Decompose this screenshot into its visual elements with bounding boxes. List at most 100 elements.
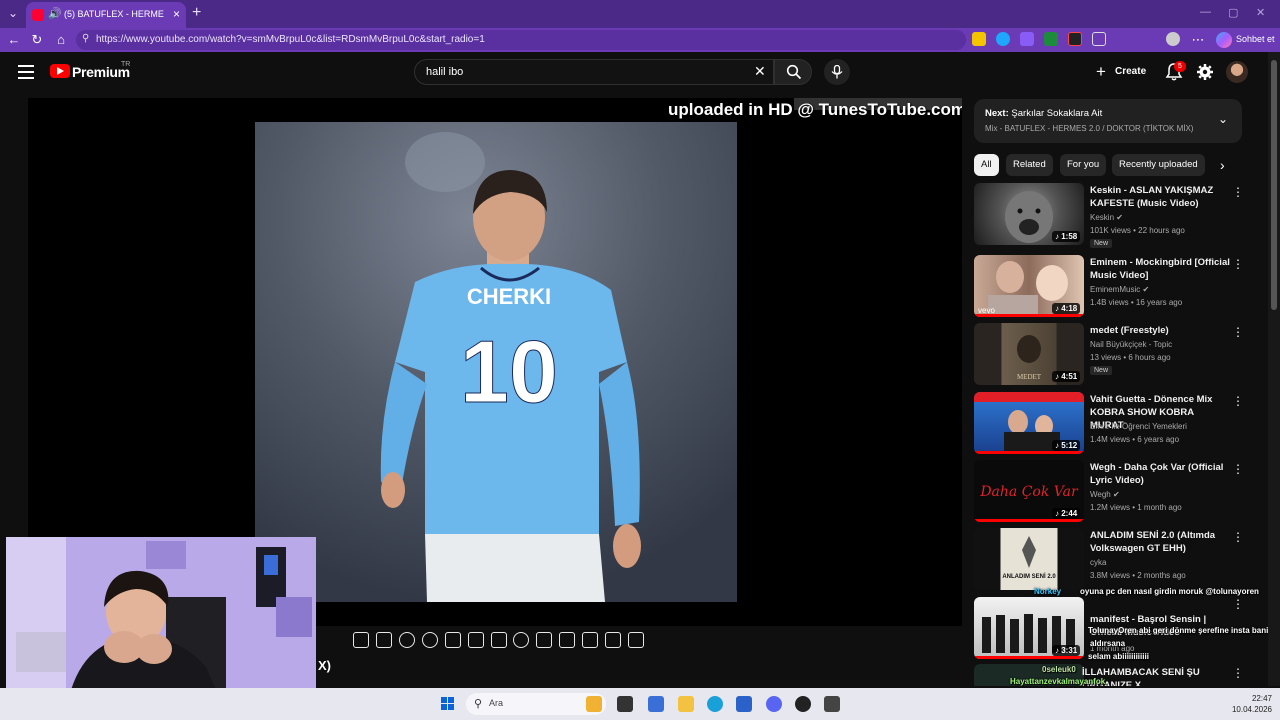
video-thumbnail[interactable]: Daha Çok Var ♪ 2:44 bbox=[974, 460, 1084, 522]
watched-progress-bar bbox=[974, 656, 1084, 659]
extension-icon-1[interactable] bbox=[972, 32, 986, 46]
gear-icon[interactable] bbox=[1196, 63, 1214, 81]
image-icon[interactable] bbox=[353, 632, 369, 648]
menu-icon[interactable] bbox=[18, 65, 34, 79]
video-thumbnail[interactable]: ♪ 5:12 bbox=[974, 392, 1084, 454]
up-next-panel[interactable]: Next: Şarkılar Sokaklara Ait Mix - BATUF… bbox=[974, 99, 1242, 143]
repeat-icon[interactable] bbox=[445, 632, 461, 648]
search-icon bbox=[786, 64, 802, 80]
search-button[interactable] bbox=[774, 59, 812, 85]
speaker-icon[interactable]: 🔊 bbox=[48, 7, 62, 20]
channel-name[interactable]: EminemMusic ✔ bbox=[1090, 285, 1149, 294]
video-thumbnail[interactable]: ♪ 1:58 bbox=[974, 183, 1084, 245]
video-title[interactable]: Wegh - Daha Çok Var (Official Lyric Vide… bbox=[1090, 461, 1230, 487]
more-menu-icon[interactable]: ⋯ bbox=[1190, 32, 1206, 48]
profile-icon[interactable] bbox=[1166, 32, 1180, 46]
channel-name[interactable]: cyka bbox=[1090, 558, 1106, 567]
system-clock[interactable]: 22:47 10.04.2026 bbox=[1220, 693, 1272, 715]
extension-icon-2[interactable] bbox=[996, 32, 1010, 46]
extension-icon-5[interactable] bbox=[1068, 32, 1082, 46]
new-tab-icon[interactable]: + bbox=[192, 4, 201, 22]
youtube-logo-icon[interactable] bbox=[50, 64, 70, 78]
more-options-icon[interactable]: ⋮ bbox=[1232, 394, 1244, 408]
resize-icon[interactable] bbox=[559, 632, 575, 648]
more-options-icon[interactable]: ⋮ bbox=[1232, 257, 1244, 271]
channel-name[interactable]: Nail Büyükçiçek - Topic bbox=[1090, 340, 1172, 349]
list-item[interactable]: ♪ 1:58 Keskin - ASLAN YAKIŞMAZ KAFESTE (… bbox=[974, 183, 1244, 248]
scrollbar-thumb[interactable] bbox=[1271, 60, 1277, 310]
file-explorer-icon[interactable] bbox=[678, 696, 694, 712]
list-item[interactable]: Daha Çok Var ♪ 2:44 Wegh - Daha Çok Var … bbox=[974, 460, 1244, 524]
url-input[interactable]: ⚲ https://www.youtube.com/watch?v=smMvBr… bbox=[76, 30, 966, 50]
chevron-down-icon[interactable]: ⌄ bbox=[1218, 112, 1228, 126]
refresh-icon[interactable] bbox=[628, 632, 644, 648]
cancel-icon[interactable] bbox=[513, 632, 529, 648]
minimize-icon[interactable]: — bbox=[1200, 6, 1211, 18]
page-scrollbar[interactable] bbox=[1268, 52, 1280, 686]
video-thumbnail[interactable]: MEDET ♪ 4:51 bbox=[974, 323, 1084, 385]
list-item[interactable]: ANLADIM SENİ 2.0 ANLADIM SENİ 2.0 (Altım… bbox=[974, 528, 1244, 592]
video-thumbnail[interactable]: vevo ♪ 4:18 bbox=[974, 255, 1084, 317]
task-view-icon[interactable] bbox=[617, 696, 633, 712]
store-icon[interactable] bbox=[736, 696, 752, 712]
voice-search-button[interactable] bbox=[824, 59, 850, 85]
maximize-icon[interactable]: ▢ bbox=[1228, 6, 1238, 19]
extension-icon-4[interactable] bbox=[1044, 32, 1058, 46]
document-icon[interactable] bbox=[468, 632, 484, 648]
more-options-icon[interactable]: ⋮ bbox=[1232, 185, 1244, 199]
channel-name[interactable]: Wegh ✔ bbox=[1090, 490, 1120, 499]
search-input[interactable]: halil ibo ✕ bbox=[414, 59, 774, 85]
tab-actions-icon[interactable]: ⌄ bbox=[4, 4, 22, 22]
account-avatar[interactable] bbox=[1226, 61, 1248, 83]
close-tab-icon[interactable]: × bbox=[173, 7, 180, 21]
extension-icon-3[interactable] bbox=[1020, 32, 1034, 46]
more-options-icon[interactable]: ⋮ bbox=[1232, 325, 1244, 339]
list-item[interactable]: vevo ♪ 4:18 Eminem - Mockingbird [Offici… bbox=[974, 255, 1244, 319]
more-options-icon[interactable]: ⋮ bbox=[1232, 597, 1244, 611]
video-title[interactable]: ANLADIM SENİ 2.0 (Altımda Volkswagen GT … bbox=[1090, 529, 1230, 555]
video-title[interactable]: Eminem - Mockingbird [Official Music Vid… bbox=[1090, 256, 1230, 282]
channel-name[interactable]: Keskin ✔ bbox=[1090, 213, 1123, 222]
channel-name[interactable]: Emre İle Öğrenci Yemekleri bbox=[1090, 422, 1187, 431]
chat-message: Hayattanzevkalmayanfok bbox=[1010, 677, 1106, 686]
picture-in-picture-icon[interactable] bbox=[582, 632, 598, 648]
close-window-icon[interactable]: ✕ bbox=[1256, 6, 1265, 19]
home-icon[interactable]: ⌂ bbox=[53, 32, 69, 48]
clear-search-icon[interactable]: ✕ bbox=[754, 63, 766, 80]
edge-browser-icon[interactable] bbox=[707, 696, 723, 712]
settings-icon[interactable] bbox=[399, 632, 415, 648]
video-thumbnail[interactable]: ANLADIM SENİ 2.0 bbox=[974, 528, 1084, 590]
power-icon[interactable] bbox=[422, 632, 438, 648]
extensions-icon[interactable] bbox=[1092, 32, 1106, 46]
reload-icon[interactable]: ↻ bbox=[29, 32, 45, 48]
taskbar-search[interactable]: ⚲ Ara bbox=[466, 693, 606, 715]
notes-icon[interactable] bbox=[376, 632, 392, 648]
screenshot-icon[interactable] bbox=[605, 632, 621, 648]
chip-for-you[interactable]: For you bbox=[1060, 154, 1107, 176]
copilot-label: Sohbet et bbox=[1236, 34, 1275, 44]
chevron-right-icon[interactable]: › bbox=[1220, 157, 1225, 173]
browser-tab-active[interactable]: 🔊 (5) BATUFLEX - HERMES 2.0 / × bbox=[26, 2, 186, 28]
list-item[interactable]: MEDET ♪ 4:51 medet (Freestyle) Nail Büyü… bbox=[974, 323, 1244, 387]
windows-start-icon[interactable] bbox=[441, 697, 455, 711]
open-external-icon[interactable] bbox=[536, 632, 552, 648]
site-info-icon[interactable]: ⚲ bbox=[82, 33, 89, 44]
chip-related[interactable]: Related bbox=[1006, 154, 1053, 176]
chip-all[interactable]: All bbox=[974, 154, 999, 176]
app-icon-3[interactable] bbox=[824, 696, 840, 712]
more-options-icon[interactable]: ⋮ bbox=[1232, 666, 1244, 680]
list-item[interactable]: ♪ 5:12 Vahit Guetta - Dönence Mix KOBRA … bbox=[974, 392, 1244, 456]
back-icon[interactable]: ← bbox=[6, 32, 22, 48]
chip-recently-uploaded[interactable]: Recently uploaded bbox=[1112, 154, 1205, 176]
video-thumbnail[interactable]: ♪ 3:31 bbox=[974, 597, 1084, 659]
app-icon-1[interactable] bbox=[648, 696, 664, 712]
discord-icon[interactable] bbox=[766, 696, 782, 712]
create-button[interactable]: + Create bbox=[1090, 60, 1154, 84]
widgets-icon[interactable] bbox=[586, 696, 602, 712]
more-options-icon[interactable]: ⋮ bbox=[1232, 530, 1244, 544]
script-icon[interactable] bbox=[491, 632, 507, 648]
video-title[interactable]: medet (Freestyle) bbox=[1090, 324, 1230, 337]
app-icon-2[interactable] bbox=[795, 696, 811, 712]
more-options-icon[interactable]: ⋮ bbox=[1232, 462, 1244, 476]
video-title[interactable]: Keskin - ASLAN YAKIŞMAZ KAFESTE (Music V… bbox=[1090, 184, 1230, 210]
